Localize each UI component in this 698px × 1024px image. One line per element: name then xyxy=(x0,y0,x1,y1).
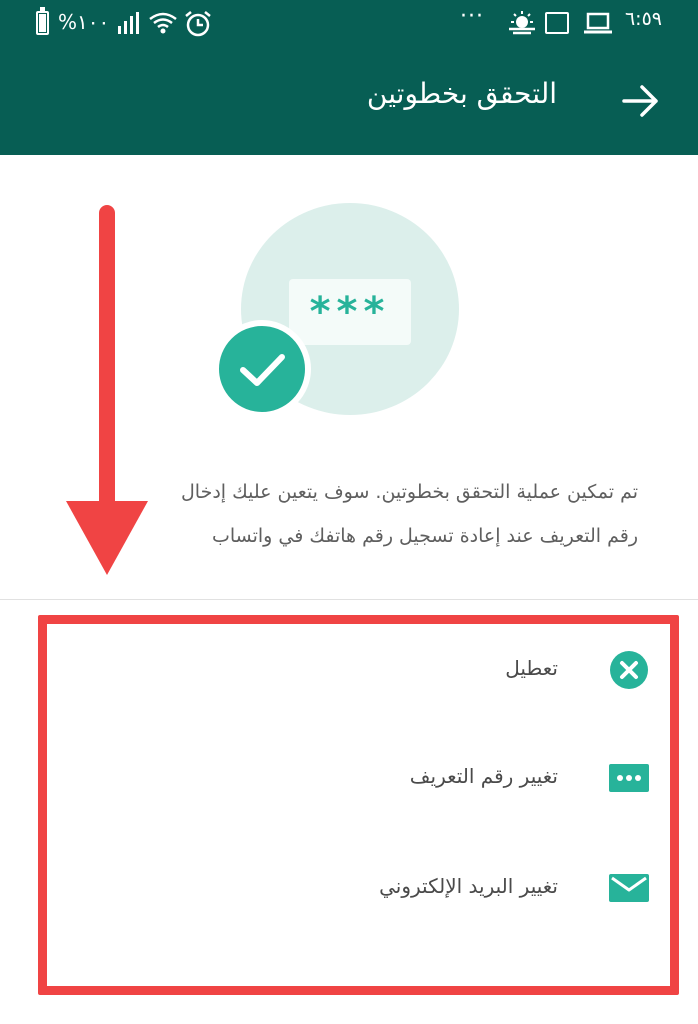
battery-icon xyxy=(36,7,49,35)
change-pin-option-label: تغيير رقم التعريف xyxy=(409,764,558,788)
pin-dots-icon xyxy=(609,764,649,792)
alarm-clock-icon xyxy=(185,11,211,37)
notification-overflow-icon: ··· xyxy=(460,4,484,29)
description-text: تم تمكين عملية التحقق بخطوتين. سوف يتعين… xyxy=(58,470,638,558)
battery-percent: %١٠٠ xyxy=(58,10,110,34)
change-email-option-label: تغيير البريد الإلكتروني xyxy=(379,874,558,898)
envelope-icon xyxy=(609,874,649,902)
clock-time: ٦:٥٩ xyxy=(624,8,662,30)
change-pin-option[interactable]: تغيير رقم التعريف xyxy=(0,748,698,808)
pin-card: *** xyxy=(289,279,411,345)
signal-icon xyxy=(118,12,142,34)
divider xyxy=(0,599,698,600)
close-circle-icon xyxy=(610,651,648,689)
gallery-icon xyxy=(545,12,569,34)
description-line-1: تم تمكين عملية التحقق بخطوتين. سوف يتعين… xyxy=(180,481,638,503)
two-step-illustration: *** xyxy=(200,195,480,420)
status-bar: %١٠٠ ··· ٦:٥٩ xyxy=(0,0,698,47)
check-badge xyxy=(213,320,311,418)
disable-option[interactable]: تعطيل xyxy=(0,640,698,700)
pin-mask-text: *** xyxy=(309,289,391,335)
change-email-option[interactable]: تغيير البريد الإلكتروني xyxy=(0,858,698,918)
check-icon xyxy=(240,354,285,386)
back-arrow-icon[interactable] xyxy=(620,83,662,119)
page-title: التحقق بخطوتين xyxy=(366,77,557,110)
weather-icon xyxy=(509,11,535,35)
wifi-icon xyxy=(149,12,177,34)
laptop-icon xyxy=(584,12,612,34)
app-bar: التحقق بخطوتين xyxy=(0,47,698,155)
disable-option-label: تعطيل xyxy=(505,656,558,680)
description-line-2: رقم التعريف عند إعادة تسجيل رقم هاتفك في… xyxy=(211,525,638,547)
